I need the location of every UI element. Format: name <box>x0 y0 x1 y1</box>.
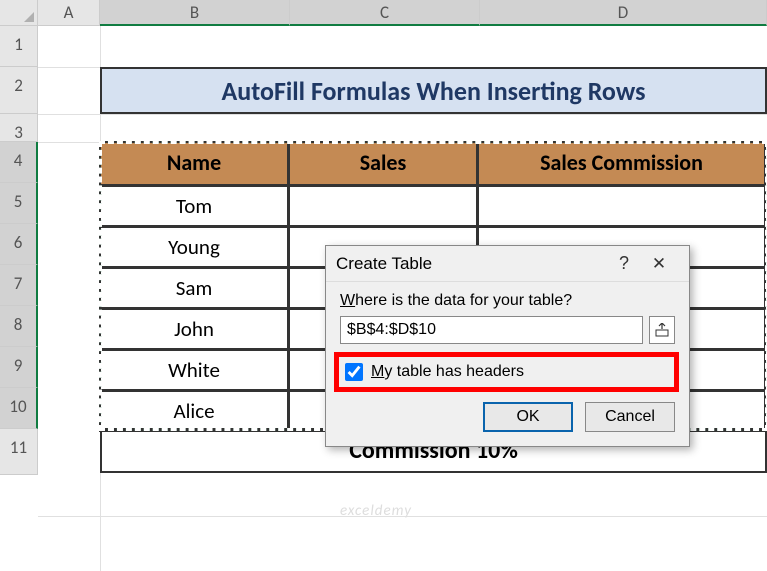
col-header-b[interactable]: B <box>100 0 290 26</box>
row-header-9[interactable]: 9 <box>0 347 38 388</box>
table-row: Tom <box>100 186 767 227</box>
row-header-7[interactable]: 7 <box>0 265 38 306</box>
header-name: Name <box>99 141 289 186</box>
cancel-button[interactable]: Cancel <box>585 402 675 432</box>
watermark: exceldemy <box>340 502 412 520</box>
headers-checkbox-label: My table has headers <box>371 363 524 381</box>
row-header-8[interactable]: 8 <box>0 306 38 347</box>
row-header-5[interactable]: 5 <box>0 183 38 224</box>
spreadsheet: A B C D 1 2 3 4 5 6 7 8 9 10 11 AutoFill… <box>0 0 767 571</box>
gridline <box>38 114 767 115</box>
table-header-row: Name Sales Sales Commission <box>100 142 767 186</box>
row-header-1[interactable]: 1 <box>0 26 38 67</box>
column-headers: A B C D <box>38 0 767 26</box>
headers-checkbox[interactable] <box>345 363 363 381</box>
header-commission: Sales Commission <box>477 141 766 186</box>
headers-checkbox-row: My table has headers <box>343 359 670 385</box>
dialog-title: Create Table <box>336 254 609 274</box>
row-header-10[interactable]: 10 <box>0 388 38 429</box>
dialog-buttons: OK Cancel <box>340 402 675 432</box>
row-headers: 1 2 3 4 5 6 7 8 9 10 11 <box>0 26 38 475</box>
row-header-2[interactable]: 2 <box>0 67 38 114</box>
ok-button[interactable]: OK <box>483 402 573 432</box>
close-icon[interactable]: ✕ <box>639 254 679 274</box>
cell-name[interactable]: John <box>99 308 289 350</box>
col-header-d[interactable]: D <box>480 0 767 26</box>
cell-name[interactable]: Young <box>99 226 289 268</box>
cell-commission[interactable] <box>477 185 766 227</box>
page-title: AutoFill Formulas When Inserting Rows <box>100 67 767 114</box>
dialog-body: Where is the data for your table? My tab… <box>326 282 689 446</box>
dialog-titlebar[interactable]: Create Table ? ✕ <box>326 246 689 282</box>
row-header-4[interactable]: 4 <box>0 142 38 183</box>
cell-name[interactable]: Tom <box>99 185 289 227</box>
row-header-3[interactable]: 3 <box>0 114 38 142</box>
create-table-dialog: Create Table ? ✕ Where is the data for y… <box>325 245 690 447</box>
row-header-6[interactable]: 6 <box>0 224 38 265</box>
col-header-a[interactable]: A <box>38 0 100 26</box>
collapse-dialog-icon[interactable] <box>649 316 675 344</box>
range-prompt: Where is the data for your table? <box>340 292 675 310</box>
help-icon[interactable]: ? <box>609 253 639 274</box>
col-header-c[interactable]: C <box>290 0 480 26</box>
cell-name[interactable]: Sam <box>99 267 289 309</box>
cell-sales[interactable] <box>288 185 478 227</box>
range-input-row <box>340 316 675 344</box>
cell-name[interactable]: Alice <box>99 390 289 432</box>
row-header-11[interactable]: 11 <box>0 429 38 475</box>
header-sales: Sales <box>288 141 478 186</box>
cell-name[interactable]: White <box>99 349 289 391</box>
select-all-corner[interactable] <box>0 0 38 26</box>
highlight-annotation: My table has headers <box>334 352 679 392</box>
range-input[interactable] <box>340 316 643 344</box>
